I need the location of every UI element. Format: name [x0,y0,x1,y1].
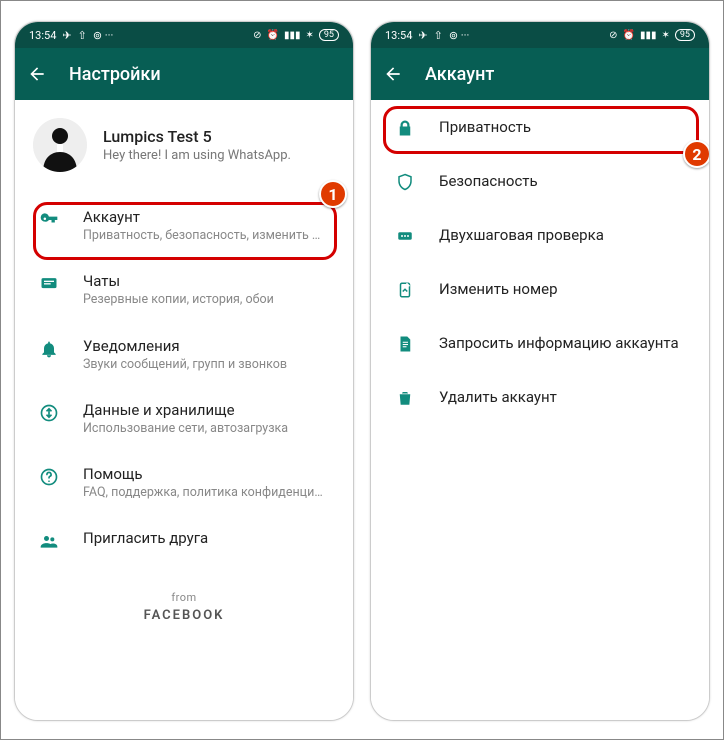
upload-icon: ⇧ [78,29,87,42]
item-data-storage[interactable]: Данные и хранилище Использование сети, а… [15,387,353,451]
people-icon [35,529,63,551]
data-icon [35,401,63,423]
wifi-icon: ✶ [661,30,669,41]
battery-pill: 95 [675,29,695,41]
item-sub: Резервные копии, история, обои [83,292,274,308]
item-label: Безопасность [439,172,538,190]
item-label: Уведомления [83,337,287,355]
mute-icon: ⊘ [253,30,261,41]
footer-from: from [15,591,353,604]
item-label: Аккаунт [83,208,323,226]
item-sub: Приватность, безопасность, изменить номе… [83,228,323,244]
status-bar: 13:54 ✈ ⇧ ⊚ ··· ⊘ ⏰ ▮▮▮ ✶ 95 [15,22,353,48]
phone-settings: 13:54 ✈ ⇧ ⊚ ··· ⊘ ⏰ ▮▮▮ ✶ 95 Настройки [14,21,354,721]
bell-icon [35,337,63,359]
item-label: Двухшаговая проверка [439,226,604,244]
more-icon: ⊚ ··· [449,29,470,42]
lock-icon [391,117,419,137]
item-sub: Звуки сообщений, групп и звонков [83,357,287,373]
badge-1: 1 [319,180,347,208]
item-privacy[interactable]: Приватность [371,100,709,154]
footer: from FACEBOOK [15,565,353,623]
item-change-number[interactable]: Изменить номер [371,262,709,316]
item-sub: FAQ, поддержка, политика конфиденциальн.… [83,485,323,501]
item-label: Чаты [83,272,274,290]
telegram-icon: ✈ [62,29,71,42]
shield-icon [391,171,419,191]
avatar [33,118,87,172]
battery-pill: 95 [319,29,339,41]
status-time: 13:54 [385,29,412,42]
pin-icon [391,225,419,245]
item-chats[interactable]: Чаты Резервные копии, история, обои [15,258,353,322]
item-invite[interactable]: Пригласить друга [15,515,353,565]
alarm-icon: ⏰ [623,30,635,41]
key-icon [35,208,63,230]
item-request-info[interactable]: Запросить информацию аккаунта [371,316,709,370]
item-label: Изменить номер [439,280,558,298]
phone-account: 13:54 ✈ ⇧ ⊚ ··· ⊘ ⏰ ▮▮▮ ✶ 95 Аккаунт [370,21,710,721]
item-label: Пригласить друга [83,529,208,547]
account-list: Приватность Безопасность Двухшаговая про… [371,100,709,424]
settings-list: Аккаунт Приватность, безопасность, измен… [15,194,353,565]
page-title: Аккаунт [425,64,494,85]
profile-status: Hey there! I am using WhatsApp. [103,148,291,163]
item-sub: Использование сети, автозагрузка [83,421,288,437]
item-delete-account[interactable]: Удалить аккаунт [371,370,709,424]
wifi-icon: ✶ [305,30,313,41]
trash-icon [391,387,419,407]
item-label: Приватность [439,118,531,136]
app-bar: Аккаунт [371,48,709,100]
sim-icon [391,279,419,299]
item-security[interactable]: Безопасность [371,154,709,208]
help-icon [35,465,63,487]
badge-2: 2 [683,140,710,168]
alarm-icon: ⏰ [267,30,279,41]
item-label: Запросить информацию аккаунта [439,334,679,352]
more-icon: ⊚ ··· [93,29,114,42]
back-button[interactable] [27,63,47,85]
app-bar: Настройки [15,48,353,100]
item-account[interactable]: Аккаунт Приватность, безопасность, измен… [15,194,353,258]
item-label: Данные и хранилище [83,401,288,419]
status-bar: 13:54 ✈ ⇧ ⊚ ··· ⊘ ⏰ ▮▮▮ ✶ 95 [371,22,709,48]
item-label: Помощь [83,465,323,483]
signal-icon: ▮▮▮ [640,30,657,41]
item-label: Удалить аккаунт [439,388,557,406]
page-title: Настройки [69,64,161,85]
profile-name: Lumpics Test 5 [103,127,291,146]
mute-icon: ⊘ [609,30,617,41]
signal-icon: ▮▮▮ [284,30,301,41]
chat-icon [35,272,63,294]
telegram-icon: ✈ [418,29,427,42]
upload-icon: ⇧ [434,29,443,42]
footer-brand: FACEBOOK [15,608,353,623]
item-two-step[interactable]: Двухшаговая проверка [371,208,709,262]
profile-row[interactable]: Lumpics Test 5 Hey there! I am using Wha… [15,100,353,194]
status-time: 13:54 [29,29,56,42]
item-help[interactable]: Помощь FAQ, поддержка, политика конфиден… [15,451,353,515]
back-button[interactable] [383,63,403,85]
document-icon [391,333,419,353]
item-notifications[interactable]: Уведомления Звуки сообщений, групп и зво… [15,323,353,387]
